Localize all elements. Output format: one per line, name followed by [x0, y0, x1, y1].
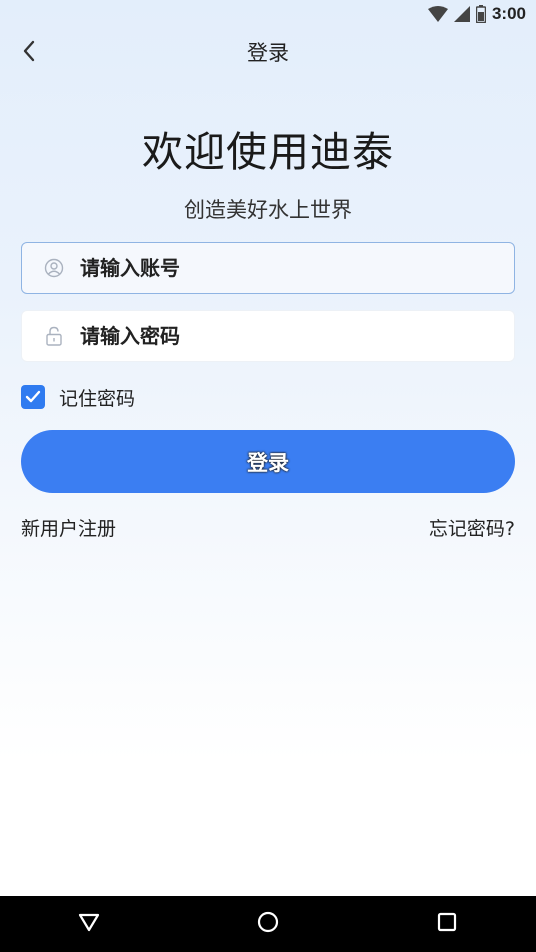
account-field[interactable]	[21, 242, 515, 294]
home-circle-icon	[257, 911, 279, 937]
password-input[interactable]	[78, 310, 514, 362]
check-icon	[25, 390, 41, 403]
status-time: 3:00	[491, 4, 526, 23]
page-title: 登录	[247, 41, 289, 65]
back-triangle-icon	[78, 912, 100, 936]
header: 登录	[0, 28, 536, 78]
battery-icon	[475, 5, 486, 23]
password-field[interactable]	[21, 310, 515, 362]
remember-password[interactable]: 记住密码	[21, 384, 135, 410]
login-button[interactable]: 登录	[21, 430, 515, 493]
remember-checkbox[interactable]	[21, 385, 45, 409]
wifi-icon	[427, 6, 448, 22]
welcome-title: 欢迎使用迪泰	[142, 128, 394, 176]
signal-icon	[453, 6, 470, 22]
nav-home-button[interactable]	[238, 896, 298, 952]
system-nav-bar	[0, 896, 536, 952]
user-icon	[44, 258, 64, 278]
account-input[interactable]	[78, 242, 514, 294]
remember-label: 记住密码	[59, 387, 136, 410]
nav-recents-button[interactable]	[417, 896, 477, 952]
recents-square-icon	[437, 912, 457, 936]
welcome-slogan: 创造美好水上世界	[184, 198, 352, 222]
lock-icon	[44, 326, 64, 346]
nav-back-button[interactable]	[59, 896, 119, 952]
register-link[interactable]: 新用户注册	[21, 514, 116, 541]
status-bar: 3:00	[0, 0, 536, 28]
forgot-password-link[interactable]: 忘记密码?	[429, 514, 515, 541]
